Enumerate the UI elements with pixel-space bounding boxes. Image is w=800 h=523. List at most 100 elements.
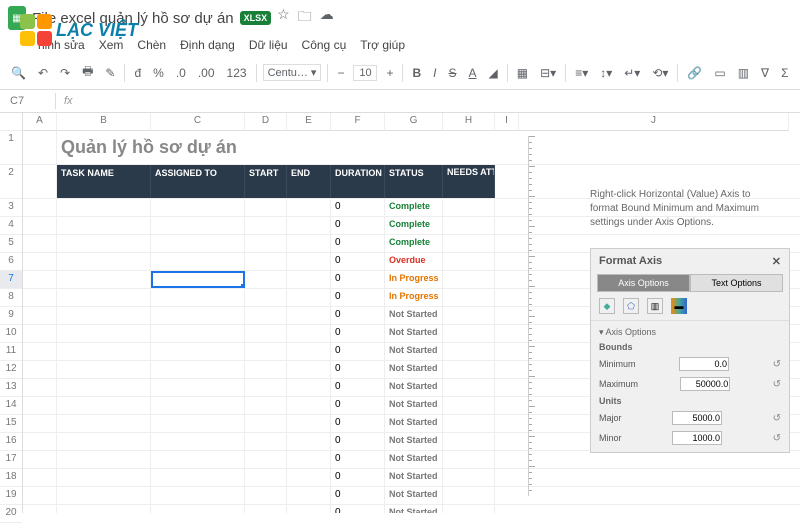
percent-icon[interactable]: % [150, 64, 167, 82]
cell-task[interactable] [57, 415, 151, 432]
fill-color-icon[interactable]: ◢ [486, 64, 501, 82]
cell-assigned[interactable] [151, 469, 245, 486]
redo-icon[interactable]: ↷ [57, 64, 73, 82]
cell-task[interactable] [57, 325, 151, 342]
corner[interactable] [0, 113, 22, 131]
col-header[interactable]: A [23, 113, 57, 131]
cell-duration[interactable]: 0 [331, 451, 385, 468]
sheet-title[interactable]: Quản lý hồ sơ dự án [57, 131, 537, 164]
undo-icon[interactable]: ↶ [35, 64, 51, 82]
col-duration[interactable]: DURATION [331, 165, 385, 198]
cell-end[interactable] [287, 451, 331, 468]
cell-status[interactable]: Not Started [385, 361, 443, 378]
cell-task[interactable] [57, 307, 151, 324]
fill-icon[interactable]: ◆ [599, 298, 615, 314]
row-header[interactable]: 2 [0, 165, 22, 199]
cell-needs[interactable] [443, 343, 495, 360]
cell-assigned[interactable] [151, 271, 245, 288]
currency-icon[interactable]: đ [131, 64, 144, 82]
menu-data[interactable]: Dữ liệu [249, 38, 288, 52]
cell-duration[interactable]: 0 [331, 433, 385, 450]
row-header[interactable]: 16 [0, 433, 22, 451]
col-header[interactable]: C [151, 113, 245, 131]
cell-status[interactable]: Not Started [385, 469, 443, 486]
dec-increase-icon[interactable]: .00 [195, 64, 218, 82]
cell-assigned[interactable] [151, 361, 245, 378]
name-box[interactable]: C7 [8, 93, 56, 109]
minor-input[interactable] [672, 431, 722, 445]
move-icon[interactable]: 🗀 [298, 6, 312, 30]
dec-decrease-icon[interactable]: .0 [173, 64, 189, 82]
cell-assigned[interactable] [151, 325, 245, 342]
cell-assigned[interactable] [151, 451, 245, 468]
cell-assigned[interactable] [151, 487, 245, 504]
cell-duration[interactable]: 0 [331, 415, 385, 432]
paint-icon[interactable]: ✎ [102, 64, 118, 82]
cell-start[interactable] [245, 415, 287, 432]
cell-start[interactable] [245, 253, 287, 270]
close-icon[interactable]: ✕ [772, 255, 781, 268]
col-header[interactable]: D [245, 113, 287, 131]
cell-task[interactable] [57, 469, 151, 486]
cell-task[interactable] [57, 505, 151, 513]
size-icon[interactable]: ▥ [647, 298, 663, 314]
cell-duration[interactable]: 0 [331, 379, 385, 396]
cell-end[interactable] [287, 487, 331, 504]
cell-task[interactable] [57, 379, 151, 396]
cell-task[interactable] [57, 451, 151, 468]
cell-start[interactable] [245, 451, 287, 468]
cell-status[interactable]: Complete [385, 235, 443, 252]
menu-format[interactable]: Định dạng [180, 38, 235, 52]
merge-icon[interactable]: ⊟▾ [537, 64, 559, 82]
cell-needs[interactable] [443, 361, 495, 378]
cell-needs[interactable] [443, 253, 495, 270]
cell-needs[interactable] [443, 487, 495, 504]
cell-start[interactable] [245, 199, 287, 216]
cell-assigned[interactable] [151, 199, 245, 216]
borders-icon[interactable]: ▦ [514, 64, 531, 82]
cell-needs[interactable] [443, 379, 495, 396]
tab-axis-options[interactable]: Axis Options [597, 274, 690, 292]
print-icon[interactable]: 🖶 [79, 60, 96, 85]
cell-end[interactable] [287, 505, 331, 513]
cell-status[interactable]: Not Started [385, 487, 443, 504]
cell-task[interactable] [57, 343, 151, 360]
cell-start[interactable] [245, 469, 287, 486]
cell-status[interactable]: In Progress [385, 289, 443, 306]
row-header[interactable]: 20 [0, 505, 22, 523]
cell-status[interactable]: Not Started [385, 451, 443, 468]
col-start[interactable]: START [245, 165, 287, 198]
cell-status[interactable]: Complete [385, 199, 443, 216]
col-header[interactable]: G [385, 113, 443, 131]
tab-text-options[interactable]: Text Options [690, 274, 783, 292]
cell-task[interactable] [57, 217, 151, 234]
cell-status[interactable]: Not Started [385, 415, 443, 432]
cell-task[interactable] [57, 433, 151, 450]
cell-task[interactable] [57, 235, 151, 252]
cell-start[interactable] [245, 235, 287, 252]
col-status[interactable]: STATUS [385, 165, 443, 198]
cell-duration[interactable]: 0 [331, 271, 385, 288]
cell-needs[interactable] [443, 433, 495, 450]
comment-icon[interactable]: ▭ [711, 64, 728, 82]
filter-icon[interactable]: ∇ [758, 64, 772, 82]
cell-start[interactable] [245, 271, 287, 288]
cell-assigned[interactable] [151, 235, 245, 252]
row-header[interactable]: 5 [0, 235, 22, 253]
cell-duration[interactable]: 0 [331, 199, 385, 216]
cell-task[interactable] [57, 253, 151, 270]
col-end[interactable]: END [287, 165, 331, 198]
min-input[interactable] [679, 357, 729, 371]
cell-task[interactable] [57, 397, 151, 414]
section-axis[interactable]: ▾ Axis Options [599, 325, 781, 340]
cell-start[interactable] [245, 379, 287, 396]
cell-assigned[interactable] [151, 505, 245, 513]
cell-start[interactable] [245, 289, 287, 306]
cell-end[interactable] [287, 379, 331, 396]
star-icon[interactable]: ☆ [277, 6, 290, 30]
row-header[interactable]: 8 [0, 289, 22, 307]
cell-assigned[interactable] [151, 217, 245, 234]
cell-needs[interactable] [443, 397, 495, 414]
cell-needs[interactable] [443, 307, 495, 324]
col-task[interactable]: TASK NAME [57, 165, 151, 198]
